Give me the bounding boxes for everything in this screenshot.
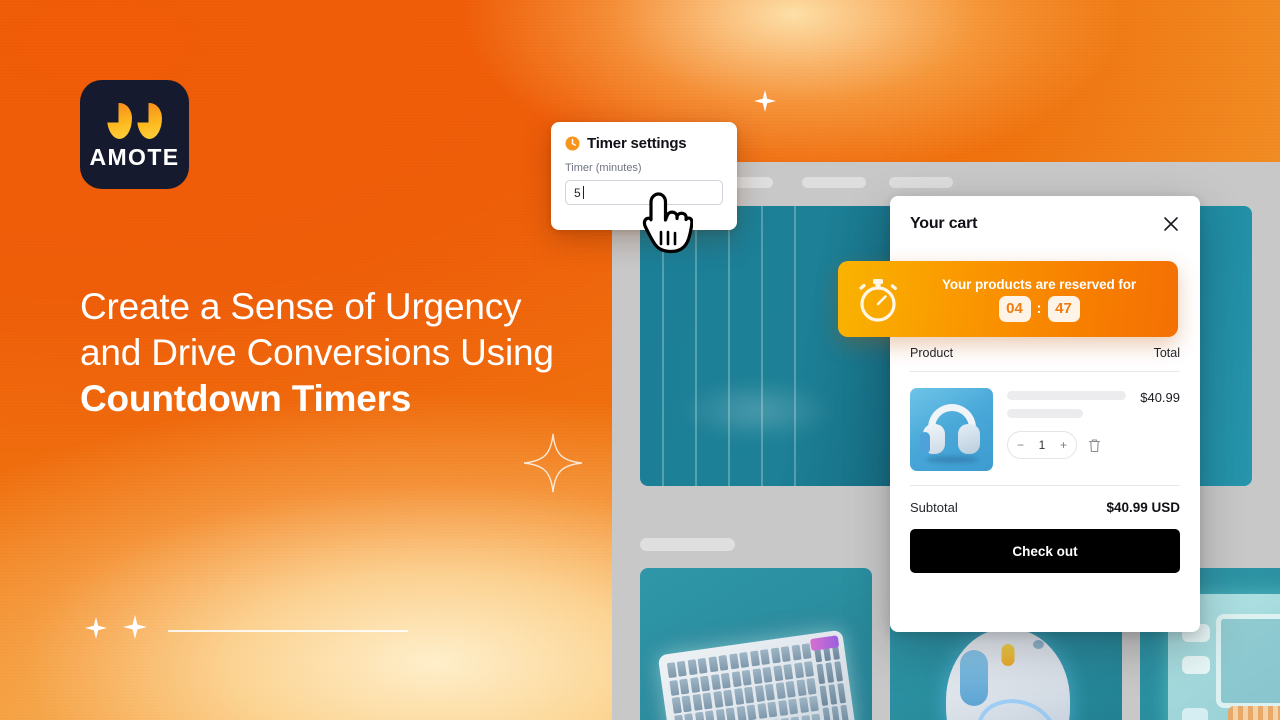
column-header-total: Total — [1153, 346, 1180, 360]
quantity-decrement-button[interactable]: − — [1017, 438, 1024, 452]
section-title-placeholder — [640, 538, 735, 551]
timer-minutes-value: 5 — [574, 185, 581, 200]
trash-icon[interactable] — [1088, 438, 1101, 453]
sparkle-icon-outline — [522, 432, 584, 494]
timer-settings-header: Timer settings — [565, 135, 723, 152]
headline-line-1: Create a Sense of Urgency — [80, 286, 522, 327]
mouse-button — [960, 650, 988, 706]
nav-placeholder-2 — [802, 177, 866, 188]
product-details: − 1 + — [1007, 388, 1127, 471]
cart-drawer: Your cart Your products are reserved for… — [838, 196, 1200, 632]
cart-title: Your cart — [910, 215, 978, 232]
quantity-value: 1 — [1038, 438, 1046, 452]
reservation-timer-banner: Your products are reserved for 04 : 47 — [838, 261, 1178, 337]
product-title-placeholder — [1007, 391, 1127, 400]
device-strip — [1182, 708, 1208, 720]
close-icon[interactable] — [1162, 215, 1180, 233]
pointing-hand-cursor — [637, 192, 694, 254]
column-header-product: Product — [910, 346, 954, 360]
cart-body: Product Total − 1 + $40.99 Subtotal $40.… — [890, 346, 1200, 632]
device-coil — [1228, 706, 1280, 720]
keyboard-keys — [666, 643, 822, 720]
divider-line — [168, 630, 408, 632]
brand-logo-label: AMOTE — [89, 143, 180, 170]
clock-icon — [565, 136, 580, 151]
headline-line-2: and Drive Conversions Using — [80, 332, 554, 373]
quantity-controls: − 1 + — [1007, 431, 1126, 459]
subtotal-value: $40.99 USD — [1106, 500, 1180, 515]
line-item-price: $40.99 — [1140, 390, 1180, 405]
product-variant-placeholder — [1007, 409, 1084, 418]
quote-marks-icon — [107, 103, 162, 139]
device-screen — [1216, 614, 1280, 708]
subtotal-label: Subtotal — [910, 500, 958, 515]
quantity-increment-button[interactable]: + — [1060, 438, 1067, 452]
mouse-indicator — [1033, 640, 1044, 649]
cart-header: Your cart — [890, 196, 1200, 252]
page-title: Create a Sense of Urgency and Drive Conv… — [80, 284, 600, 422]
keyboard-numpad — [813, 639, 850, 720]
cart-column-headers: Product Total — [910, 346, 1180, 371]
countdown-seconds: 47 — [1047, 295, 1080, 322]
quantity-stepper[interactable]: − 1 + — [1007, 431, 1077, 459]
countdown-minutes: 04 — [998, 295, 1031, 322]
reservation-text: Your products are reserved for — [941, 276, 1137, 292]
reservation-content: Your products are reserved for 04 : 47 — [914, 277, 1164, 322]
countdown-separator: : — [1036, 300, 1042, 317]
headphones-shadow — [926, 456, 978, 463]
cart-line-item: − 1 + $40.99 — [910, 372, 1180, 485]
brand-logo: AMOTE — [80, 80, 189, 189]
stopwatch-icon — [852, 273, 904, 325]
product-thumbnail-headphones[interactable] — [910, 388, 993, 471]
device-knob-2 — [1182, 656, 1210, 674]
headphones-accent — [920, 432, 930, 454]
countdown-timer: 04 : 47 — [998, 295, 1080, 322]
mouse-wheel — [1001, 644, 1015, 666]
headphones-cup-right — [958, 424, 980, 454]
timer-settings-title: Timer settings — [587, 135, 687, 152]
subtotal-row: Subtotal $40.99 USD — [910, 486, 1180, 515]
timer-minutes-label: Timer (minutes) — [565, 162, 642, 174]
product-card-keyboard[interactable] — [640, 568, 872, 720]
headline-line-3: Countdown Timers — [80, 378, 412, 419]
text-caret — [582, 186, 584, 199]
nav-placeholder-3 — [889, 177, 953, 188]
checkout-button[interactable]: Check out — [910, 529, 1180, 573]
